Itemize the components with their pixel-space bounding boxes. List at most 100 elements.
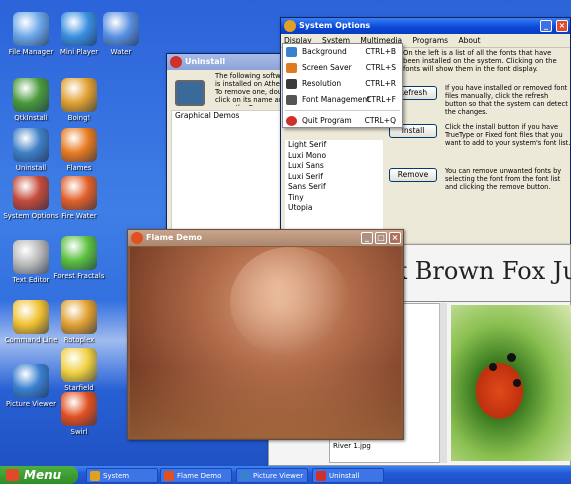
font-item[interactable]: Utopia [285, 203, 383, 214]
monitor-uninstall-icon [13, 128, 49, 162]
uninstall-icon [316, 471, 326, 481]
ladybird-image [451, 305, 571, 461]
system-options-title: System Options [299, 21, 371, 30]
picture-viewer-icon [13, 364, 49, 398]
desktop-icon-label: Boing! [67, 114, 91, 122]
desktop-icon-label: Flames [66, 164, 92, 172]
water-icon [103, 12, 139, 46]
menu-item-screen-saver[interactable]: Screen Saver CTRL+S [283, 60, 402, 76]
quit-icon [286, 116, 297, 126]
shell-icon [13, 300, 49, 334]
flame-demo-icon [164, 471, 174, 481]
system-options-icon [13, 176, 49, 210]
resolution-icon [286, 79, 297, 89]
taskbar-item-label: Picture Viewer [253, 472, 304, 480]
text-editor-icon [13, 240, 49, 274]
taskbar-item-label: System Options [103, 472, 130, 480]
system-options-icon [284, 20, 296, 32]
remove-description: You can remove unwanted fonts by selecti… [445, 167, 562, 191]
desktop-icon[interactable]: Flames [48, 128, 110, 172]
desktop-icon[interactable]: Rotoplex [48, 300, 110, 344]
monitor-install-icon [13, 78, 49, 112]
ladybird-spot [507, 353, 516, 362]
taskbar-item-label: Uninstall [329, 472, 360, 480]
desktop-icon[interactable]: Forest Fractals [48, 236, 110, 280]
menu-item-quit-program[interactable]: Quit Program CTRL+Q [283, 113, 402, 129]
house-icon [13, 12, 49, 46]
start-menu-button[interactable]: Menu [0, 466, 78, 484]
flame-bottom-glow [130, 367, 401, 438]
menu-about[interactable]: About [458, 36, 480, 45]
file-item[interactable]: River 1.jpg [330, 441, 444, 452]
uninstall-window[interactable]: Uninstall The following software is inst… [166, 53, 292, 233]
close-button[interactable]: × [389, 232, 401, 244]
flame-demo-window[interactable]: Flame Demo _ □ × [127, 229, 404, 440]
font-item[interactable]: Luxi Mono [285, 151, 383, 162]
monitor-icon [175, 80, 205, 106]
close-button[interactable]: × [556, 20, 568, 32]
desktop-icon[interactable]: Fire Water [48, 176, 110, 220]
menu-shortcut: CTRL+S [365, 63, 396, 72]
flame-orb [230, 247, 350, 357]
system-options-titlebar[interactable]: System Options _ × [281, 18, 570, 34]
ladybird-spot [513, 379, 521, 387]
font-item[interactable]: Luxi Sans [285, 161, 383, 172]
flame-demo-title: Flame Demo [146, 233, 203, 242]
swirl-icon [61, 392, 97, 426]
fractal-icon [61, 236, 97, 270]
menu-item-label: Font Management [302, 95, 371, 104]
flame-demo-titlebar[interactable]: Flame Demo _ □ × [128, 230, 403, 246]
flame-icon [61, 128, 97, 162]
rotoplex-icon [61, 300, 97, 334]
taskbar-item-uninstall[interactable]: Uninstall [312, 468, 384, 483]
desktop-icon[interactable]: Water [90, 12, 152, 56]
cube-icon [61, 78, 97, 112]
desktop-icon-label: Swirl [70, 428, 88, 436]
list-scrollbar[interactable] [439, 303, 447, 463]
menu-shortcut: CTRL+Q [364, 116, 396, 125]
remove-button[interactable]: Remove [389, 168, 437, 182]
refresh-description: If you have installed or removed font fi… [445, 84, 568, 116]
screensaver-icon [286, 63, 297, 73]
start-label: Menu [24, 468, 62, 482]
desktop-icon[interactable]: Boing! [48, 78, 110, 122]
taskbar-item-flame-demo[interactable]: Flame Demo [160, 468, 232, 483]
minimize-button[interactable]: _ [361, 232, 373, 244]
font-item[interactable]: Luxi Serif [285, 172, 383, 183]
menu-shortcut: CTRL+B [365, 47, 396, 56]
menu-item-label: Quit Program [302, 116, 352, 125]
software-list[interactable]: Graphical Demos [171, 110, 291, 230]
software-item[interactable]: Graphical Demos [172, 111, 290, 122]
flame-demo-icon [131, 232, 143, 244]
menu-shortcut: CTRL+F [366, 95, 396, 104]
menu-item-background[interactable]: Background CTRL+B [283, 44, 402, 60]
menu-item-label: Screen Saver [302, 63, 352, 72]
minimize-button[interactable]: _ [540, 20, 552, 32]
menu-programs[interactable]: Programs [413, 36, 449, 45]
flame-canvas [130, 247, 401, 438]
star-icon [61, 348, 97, 382]
font-item[interactable]: Light Serif [285, 140, 383, 151]
uninstall-icon [170, 56, 182, 68]
menu-item-font-management[interactable]: Font Management CTRL+F [283, 92, 402, 108]
menu-item-resolution[interactable]: Resolution CTRL+R [283, 76, 402, 92]
menu-separator [285, 110, 400, 111]
taskbar-item-picture-viewer[interactable]: Picture Viewer [236, 468, 308, 483]
uninstall-titlebar[interactable]: Uninstall [167, 54, 291, 70]
taskbar-item-system-options[interactable]: System Options [86, 468, 158, 483]
system-options-icon [90, 471, 100, 481]
maximize-button[interactable]: □ [375, 232, 387, 244]
font-intro-text: On the left is a list of all the fonts t… [403, 49, 557, 73]
font-item[interactable]: Sans Serif [285, 182, 383, 193]
desktop-icon[interactable]: Swirl [48, 392, 110, 436]
menu-item-label: Background [302, 47, 347, 56]
install-description: Click the install button if you have Tru… [445, 123, 571, 147]
menu-logo-icon [6, 469, 19, 481]
taskbar-item-label: Flame Demo [177, 472, 222, 480]
desktop-icon-label: Fire Water [61, 212, 97, 220]
display-menu-dropdown: Background CTRL+B Screen Saver CTRL+S Reso… [282, 43, 403, 128]
font-item[interactable]: Tiny [285, 193, 383, 204]
firewater-icon [61, 176, 97, 210]
desktop-icon-label: Forest Fractals [53, 272, 105, 280]
ladybird-spot [489, 363, 497, 371]
